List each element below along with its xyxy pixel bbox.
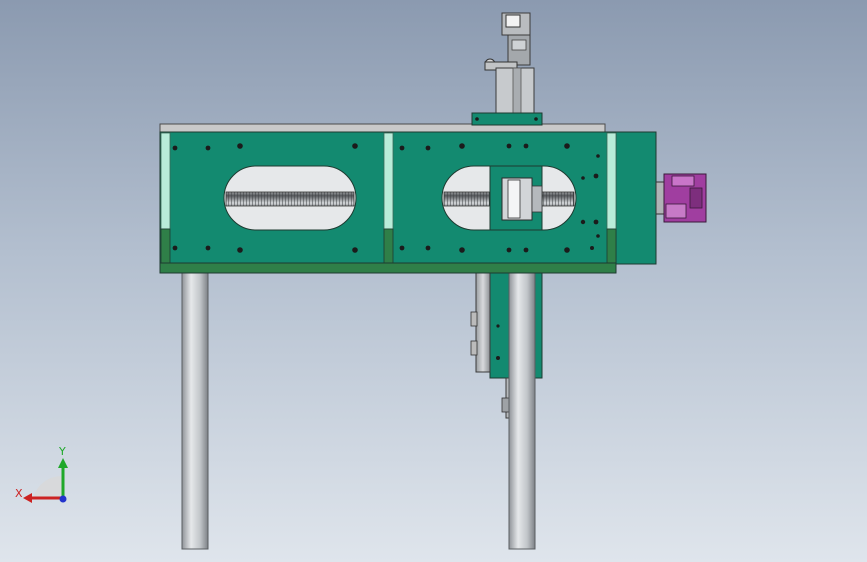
- z-axis-dot: [59, 495, 67, 503]
- y-axis-label: Y: [58, 445, 66, 458]
- coordinate-triad: Y X: [15, 445, 68, 503]
- cad-viewport[interactable]: Y X: [0, 0, 867, 562]
- x-axis-label: X: [15, 487, 23, 500]
